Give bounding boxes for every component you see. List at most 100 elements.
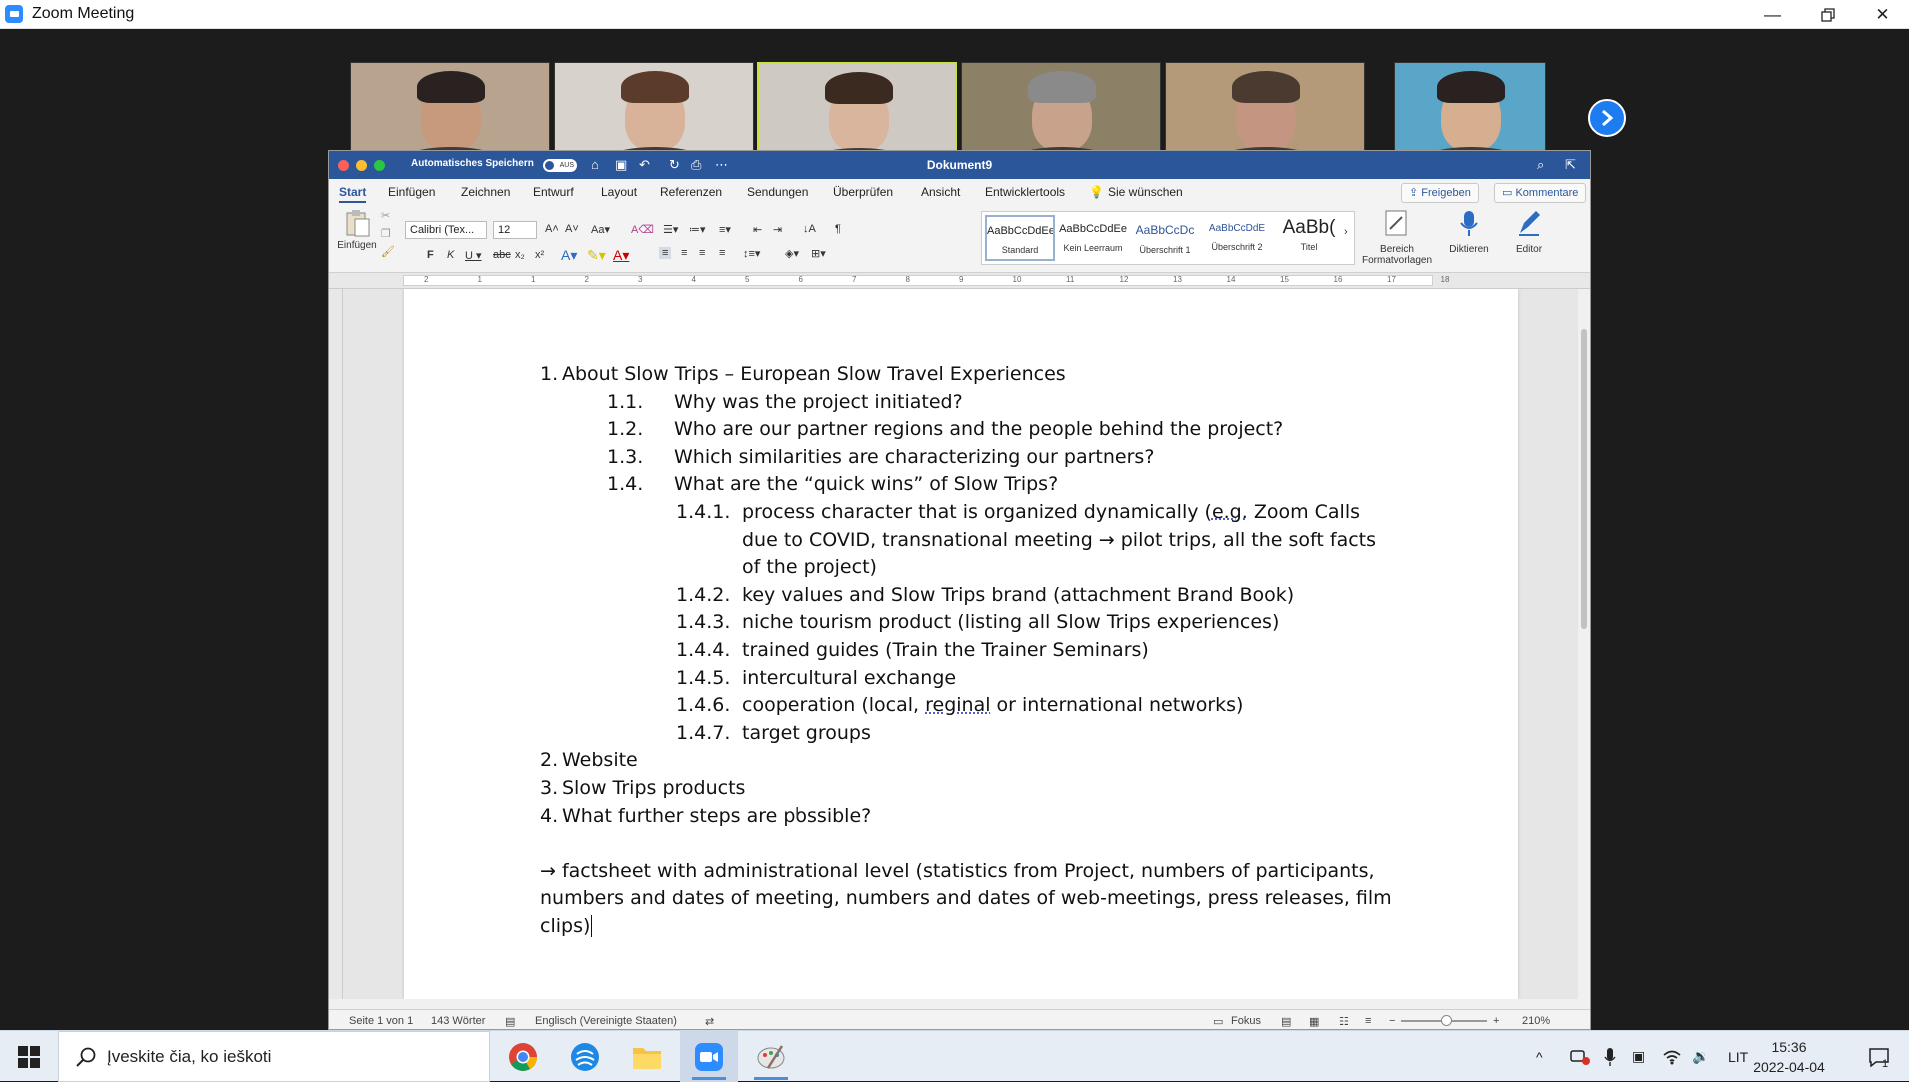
- style-standard[interactable]: AaBbCcDdEe Standard: [985, 215, 1055, 261]
- zoom-tray-icon[interactable]: [1570, 1031, 1590, 1082]
- chevron-right-icon: [1599, 109, 1615, 127]
- network-tray-icon[interactable]: ▣: [1632, 1031, 1645, 1082]
- increase-indent-icon[interactable]: ⇥: [773, 223, 782, 236]
- tab-entwurf[interactable]: Entwurf: [533, 185, 574, 199]
- search-icon[interactable]: ⌕: [1537, 157, 1544, 173]
- zoom-level[interactable]: 210%: [1522, 1015, 1550, 1027]
- style-title[interactable]: AaBb( Titel: [1274, 215, 1344, 261]
- share-screen-icon[interactable]: ⇱: [1565, 157, 1576, 173]
- document-page[interactable]: 1. About Slow Trips – European Slow Trav…: [404, 289, 1518, 999]
- restore-button[interactable]: [1800, 0, 1855, 29]
- line-spacing-icon[interactable]: ↕≡▾: [743, 247, 760, 260]
- paint-app[interactable]: [742, 1031, 800, 1082]
- tab-zeichnen[interactable]: Zeichnen: [461, 185, 510, 199]
- shrink-font-icon[interactable]: A˅: [565, 223, 579, 235]
- scroll-thumb[interactable]: [1581, 329, 1587, 629]
- word-count[interactable]: 143 Wörter: [431, 1015, 485, 1027]
- align-left-icon[interactable]: ≡: [659, 247, 671, 259]
- chrome-app[interactable]: [494, 1031, 552, 1082]
- highlight-icon[interactable]: ✎▾: [587, 247, 606, 264]
- proofing-icon[interactable]: ▤: [505, 1015, 515, 1028]
- list-number: 1.4.4.: [676, 637, 730, 665]
- zoom-in-icon[interactable]: +: [1493, 1015, 1499, 1027]
- superscript-icon[interactable]: x²: [535, 249, 544, 261]
- comments-button[interactable]: ▭ Kommentare: [1494, 183, 1586, 203]
- language-status[interactable]: Englisch (Vereinigte Staaten): [535, 1015, 677, 1027]
- decrease-indent-icon[interactable]: ⇤: [753, 223, 762, 236]
- taskbar-clock[interactable]: 15:36 2022-04-04: [1746, 1037, 1832, 1077]
- clear-format-icon[interactable]: A⌫: [631, 223, 654, 236]
- change-case-icon[interactable]: Aa▾: [591, 223, 610, 236]
- tab-ansicht[interactable]: Ansicht: [921, 185, 960, 199]
- subscript-icon[interactable]: x₂: [515, 249, 525, 261]
- show-formatting-icon[interactable]: ¶: [835, 223, 841, 235]
- zoom-slider-thumb[interactable]: [1441, 1015, 1452, 1026]
- share-button[interactable]: ⇪ Freigeben: [1401, 183, 1479, 203]
- tab-layout[interactable]: Layout: [601, 185, 637, 199]
- tab-sendungen[interactable]: Sendungen: [747, 185, 808, 199]
- tab-entwicklertools[interactable]: Entwicklertools: [985, 185, 1065, 199]
- multilevel-list-icon[interactable]: ≡▾: [719, 223, 731, 236]
- next-participants-button[interactable]: [1588, 99, 1626, 137]
- numbering-icon[interactable]: ≔▾: [689, 223, 706, 236]
- styles-more-icon[interactable]: ›: [1344, 226, 1348, 238]
- bullets-icon[interactable]: ☰▾: [663, 223, 678, 236]
- text-effects-icon[interactable]: A▾: [561, 247, 577, 264]
- underline-icon[interactable]: U ▾: [465, 249, 482, 262]
- horizontal-ruler[interactable]: 2 1 1 2 3 4 5 6 7 8 9 10 11 12 13 14 15 16 17 18: [329, 273, 1590, 289]
- wifi-icon[interactable]: [1662, 1031, 1682, 1082]
- volume-icon[interactable]: 🔉: [1692, 1031, 1709, 1082]
- shading-icon[interactable]: ◈▾: [785, 247, 799, 260]
- font-size-select[interactable]: 12: [493, 221, 537, 239]
- print-layout-icon[interactable]: ▤: [1281, 1015, 1291, 1028]
- document-body[interactable]: 1. About Slow Trips – European Slow Trav…: [540, 361, 1400, 940]
- cut-icon[interactable]: ✂: [381, 209, 390, 222]
- copy-icon[interactable]: ❐: [381, 227, 391, 240]
- minimize-button[interactable]: —: [1745, 0, 1800, 29]
- align-center-icon[interactable]: ≡: [681, 247, 687, 259]
- file-explorer-app[interactable]: [618, 1031, 676, 1082]
- tab-start[interactable]: Start: [339, 185, 366, 203]
- show-hidden-icons[interactable]: ^: [1536, 1031, 1543, 1082]
- start-button[interactable]: [0, 1031, 58, 1082]
- page-count[interactable]: Seite 1 von 1: [349, 1015, 413, 1027]
- align-right-icon[interactable]: ≡: [699, 247, 705, 259]
- focus-mode[interactable]: Fokus: [1231, 1015, 1261, 1027]
- strikethrough-icon[interactable]: abc: [493, 249, 511, 261]
- close-window-button[interactable]: ✕: [1855, 0, 1909, 29]
- tab-ueberpruefen[interactable]: Überprüfen: [833, 185, 893, 199]
- borders-icon[interactable]: ⊞▾: [811, 247, 826, 260]
- zoom-out-icon[interactable]: −: [1389, 1015, 1395, 1027]
- tab-referenzen[interactable]: Referenzen: [660, 185, 722, 199]
- zoom-app[interactable]: [680, 1031, 738, 1082]
- notification-center[interactable]: 1: [1868, 1031, 1888, 1082]
- font-color-icon[interactable]: A▾: [613, 247, 629, 264]
- grow-font-icon[interactable]: A˄: [545, 223, 559, 235]
- dictate-button[interactable]: Diktieren: [1439, 209, 1499, 255]
- tab-tell-me[interactable]: Sie wünschen: [1108, 185, 1183, 199]
- style-no-spacing[interactable]: AaBbCcDdEe Kein Leerraum: [1058, 215, 1128, 261]
- style-heading-2[interactable]: AaBbCcDdE Überschrift 2: [1202, 215, 1272, 261]
- font-name-select[interactable]: Calibri (Tex...: [405, 221, 487, 239]
- microphone-tray-icon[interactable]: [1604, 1031, 1616, 1082]
- taskbar-search[interactable]: Įveskite čia, ko ieškoti: [58, 1031, 490, 1082]
- styles-pane-button[interactable]: Bereich Formatvorlagen: [1359, 209, 1435, 266]
- vertical-ruler[interactable]: [329, 289, 343, 999]
- vertical-scrollbar[interactable]: [1578, 289, 1590, 999]
- format-painter-icon[interactable]: 🖌: [381, 245, 395, 258]
- ruler-number: 11: [1066, 275, 1074, 284]
- tab-einfuegen[interactable]: Einfügen: [388, 185, 435, 199]
- bold-icon[interactable]: F: [427, 249, 434, 261]
- justify-icon[interactable]: ≡: [719, 247, 725, 259]
- editor-button[interactable]: Editor: [1499, 209, 1559, 255]
- sort-icon[interactable]: ↓A: [803, 223, 816, 235]
- messaging-app[interactable]: [556, 1031, 614, 1082]
- focus-icon[interactable]: ▭: [1213, 1015, 1223, 1028]
- accessibility-icon[interactable]: ⇄: [705, 1015, 714, 1028]
- draft-view-icon[interactable]: ≡: [1365, 1015, 1371, 1027]
- web-layout-icon[interactable]: ▦: [1309, 1015, 1319, 1028]
- style-heading-1[interactable]: AaBbCcDc Überschrift 1: [1130, 215, 1200, 261]
- italic-icon[interactable]: K: [447, 249, 454, 261]
- outline-view-icon[interactable]: ☷: [1339, 1015, 1349, 1028]
- paste-button[interactable]: Einfügen: [337, 209, 377, 251]
